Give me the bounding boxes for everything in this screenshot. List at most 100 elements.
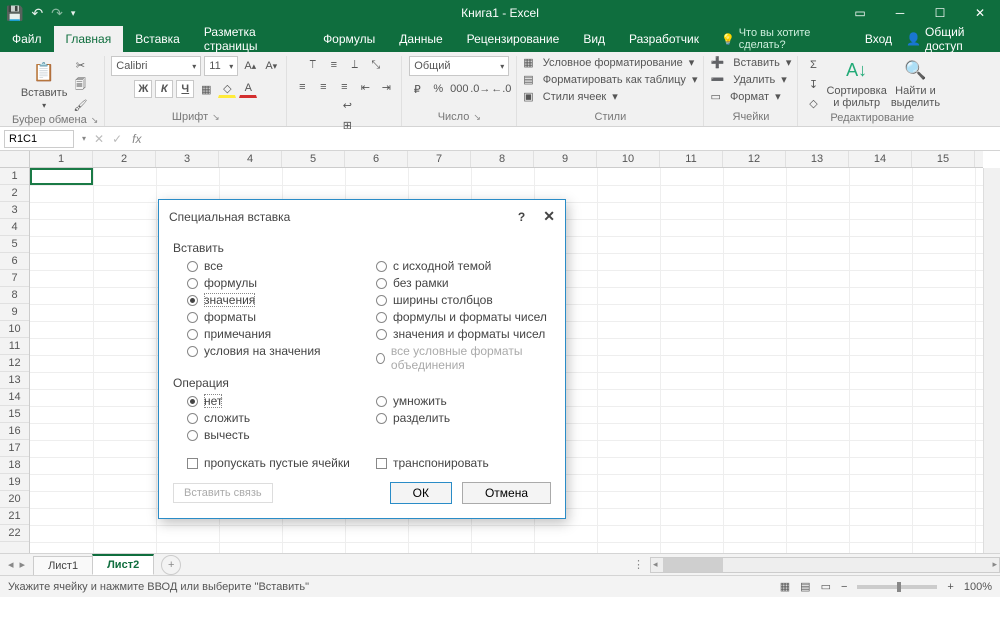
delete-cells-button[interactable]: ➖ Удалить ▾ (710, 73, 786, 86)
align-bottom-icon[interactable]: ⟘ (346, 56, 364, 74)
row-header[interactable]: 6 (0, 253, 29, 270)
row-header[interactable]: 13 (0, 372, 29, 389)
align-top-icon[interactable]: ⟙ (304, 56, 322, 74)
align-right-icon[interactable]: ≡ (335, 78, 353, 96)
row-headers[interactable]: 12345678910111213141516171819202122 (0, 168, 30, 553)
tab-view[interactable]: Вид (571, 26, 617, 52)
wrap-text-icon[interactable]: ↩ (338, 96, 356, 114)
zoom-out-icon[interactable]: − (841, 581, 847, 593)
qat-customize-icon[interactable]: ▾ (71, 8, 76, 19)
row-header[interactable]: 19 (0, 474, 29, 491)
row-header[interactable]: 9 (0, 304, 29, 321)
ok-button[interactable]: ОК (390, 482, 452, 504)
row-header[interactable]: 17 (0, 440, 29, 457)
undo-icon[interactable]: ↶ (31, 5, 43, 22)
sheet-nav-next-icon[interactable]: ▸ (20, 558, 26, 571)
sheet-nav-prev-icon[interactable]: ◂ (8, 558, 14, 571)
add-sheet-button[interactable]: + (161, 555, 181, 575)
tab-home[interactable]: Главная (54, 26, 124, 52)
maximize-button[interactable]: ☐ (920, 0, 960, 26)
tab-file[interactable]: Файл (0, 26, 54, 52)
share-button[interactable]: 👤Общий доступ (906, 25, 988, 53)
col-header[interactable]: 7 (408, 151, 471, 167)
sort-filter-button[interactable]: A↓ Сортировка и фильтр (826, 59, 886, 109)
namebox-dropdown-icon[interactable]: ▾ (78, 134, 90, 143)
decrease-decimal-icon[interactable]: ←.0 (492, 80, 510, 98)
zoom-level[interactable]: 100% (964, 581, 992, 593)
formula-input[interactable] (147, 129, 1000, 148)
radio-op-left-2[interactable]: вычесть (187, 428, 362, 442)
col-header[interactable]: 10 (597, 151, 660, 167)
row-header[interactable]: 4 (0, 219, 29, 236)
align-middle-icon[interactable]: ≡ (325, 56, 343, 74)
cancel-formula-icon[interactable]: ✕ (94, 132, 104, 146)
vertical-scrollbar[interactable] (983, 168, 1000, 553)
col-header[interactable]: 4 (219, 151, 282, 167)
number-format-combo[interactable]: Общий▾ (409, 56, 509, 76)
radio-op-right-1[interactable]: разделить (376, 411, 551, 425)
row-header[interactable]: 12 (0, 355, 29, 372)
decrease-indent-icon[interactable]: ⇤ (356, 78, 374, 96)
row-header[interactable]: 21 (0, 508, 29, 525)
percent-icon[interactable]: % (429, 80, 447, 98)
italic-button[interactable]: К (155, 80, 173, 98)
col-header[interactable]: 1 (30, 151, 93, 167)
font-name-combo[interactable]: Calibri▾ (111, 56, 201, 76)
col-header[interactable]: 8 (471, 151, 534, 167)
transpose-checkbox[interactable]: транспонировать (362, 456, 551, 470)
col-header[interactable]: 13 (786, 151, 849, 167)
dialog-close-icon[interactable]: ✕ (543, 208, 555, 225)
row-header[interactable]: 10 (0, 321, 29, 338)
underline-button[interactable]: Ч (176, 80, 194, 98)
row-header[interactable]: 18 (0, 457, 29, 474)
format-as-table-button[interactable]: ▤ Форматировать как таблицу ▾ (523, 73, 697, 86)
row-header[interactable]: 15 (0, 406, 29, 423)
sheet-tab-2[interactable]: Лист2 (92, 554, 154, 575)
radio-op-left-0[interactable]: нет (187, 394, 362, 408)
radio-paste-right-4[interactable]: значения и форматы чисел (376, 327, 551, 341)
paste-button[interactable]: 📋 Вставить ▾ (21, 61, 68, 110)
increase-font-icon[interactable]: A▴ (241, 57, 259, 75)
radio-paste-right-1[interactable]: без рамки (376, 276, 551, 290)
tab-developer[interactable]: Разработчик (617, 26, 711, 52)
tab-data[interactable]: Данные (387, 26, 454, 52)
radio-paste-left-3[interactable]: форматы (187, 310, 362, 324)
format-painter-icon[interactable]: 🖌 (71, 96, 89, 114)
sheet-tab-1[interactable]: Лист1 (33, 556, 93, 575)
zoom-in-icon[interactable]: + (947, 581, 953, 593)
radio-paste-right-3[interactable]: формулы и форматы чисел (376, 310, 551, 324)
autosum-icon[interactable]: Σ (804, 56, 822, 74)
radio-op-left-1[interactable]: сложить (187, 411, 362, 425)
tab-formulas[interactable]: Формулы (311, 26, 387, 52)
save-icon[interactable]: 💾 (6, 5, 23, 22)
radio-op-right-0[interactable]: умножить (376, 394, 551, 408)
horizontal-scrollbar[interactable]: ◂▸ (650, 557, 1000, 573)
orientation-icon[interactable]: ⤡ (367, 56, 385, 74)
row-header[interactable]: 22 (0, 525, 29, 542)
radio-paste-right-2[interactable]: ширины столбцов (376, 293, 551, 307)
dialog-launcher-icon[interactable]: ↘ (91, 115, 99, 126)
view-page-layout-icon[interactable]: ▤ (800, 580, 810, 593)
bold-button[interactable]: Ж (134, 80, 152, 98)
tab-insert[interactable]: Вставка (123, 26, 192, 52)
select-all-corner[interactable] (0, 151, 30, 168)
row-header[interactable]: 16 (0, 423, 29, 440)
radio-paste-right-0[interactable]: с исходной темой (376, 259, 551, 273)
dialog-launcher-icon[interactable]: ↘ (212, 112, 220, 123)
col-header[interactable]: 3 (156, 151, 219, 167)
font-size-combo[interactable]: 11▾ (204, 56, 238, 76)
sign-in-link[interactable]: Вход (865, 32, 892, 46)
cancel-button[interactable]: Отмена (462, 482, 551, 504)
clear-icon[interactable]: ◇ (804, 94, 822, 112)
column-headers[interactable]: 123456789101112131415 (30, 151, 983, 168)
col-header[interactable]: 11 (660, 151, 723, 167)
radio-paste-left-5[interactable]: условия на значения (187, 344, 362, 358)
insert-cells-button[interactable]: ➕ Вставить ▾ (710, 56, 791, 69)
row-header[interactable]: 2 (0, 185, 29, 202)
fx-icon[interactable]: fx (126, 132, 147, 146)
name-box[interactable] (4, 130, 74, 148)
col-header[interactable]: 9 (534, 151, 597, 167)
radio-paste-left-1[interactable]: формулы (187, 276, 362, 290)
ribbon-options-icon[interactable]: ▭ (840, 0, 880, 26)
row-header[interactable]: 20 (0, 491, 29, 508)
